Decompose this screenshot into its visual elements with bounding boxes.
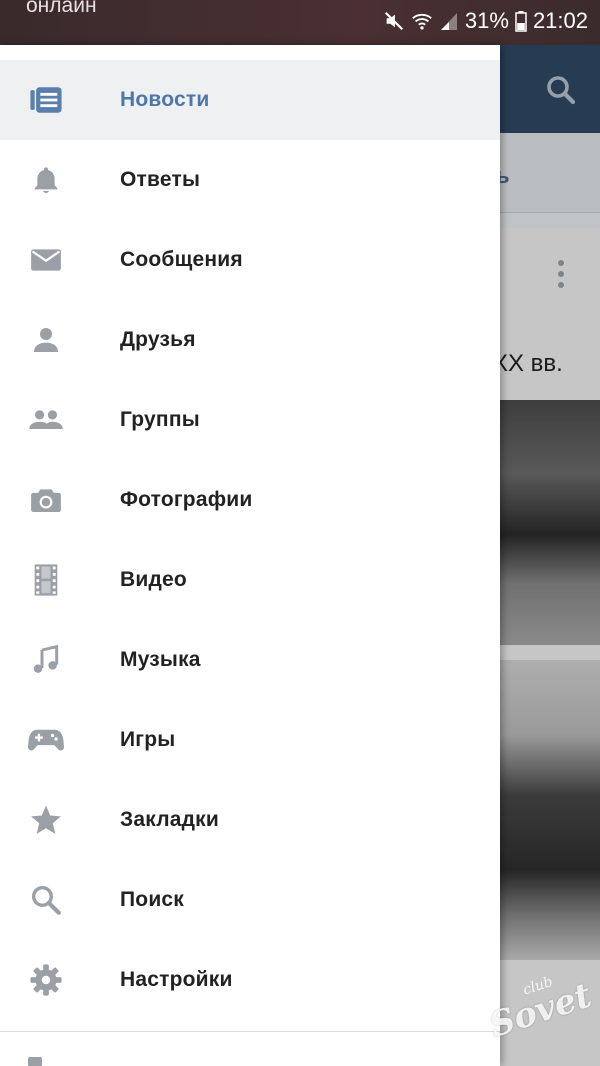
status-icons: 31% 21:02: [383, 6, 588, 36]
menu-item-label: Закладки: [120, 808, 219, 831]
music-note-icon: [28, 642, 64, 678]
menu-item-label: Игры: [120, 728, 176, 751]
menu-item-settings[interactable]: Настройки: [0, 940, 500, 1020]
partial-menu-icon[interactable]: [28, 1057, 42, 1066]
gamepad-icon: [28, 722, 64, 758]
menu-item-label: Музыка: [120, 648, 201, 671]
drawer-divider: [0, 1031, 500, 1032]
news-icon: [28, 82, 64, 118]
film-icon: [28, 562, 64, 598]
menu-item-label: Видео: [120, 568, 187, 591]
person-icon: [28, 322, 64, 358]
menu-item-groups[interactable]: Группы: [0, 380, 500, 460]
camera-icon: [28, 482, 64, 518]
menu-item-video[interactable]: Видео: [0, 540, 500, 620]
menu-item-label: Сообщения: [120, 248, 243, 271]
search-icon: [28, 882, 64, 918]
menu-item-label: Настройки: [120, 968, 233, 991]
status-online-text: онлайн: [26, 0, 97, 17]
drawer-top-spacer: [0, 45, 500, 60]
menu-item-news[interactable]: Новости: [0, 60, 500, 140]
signal-icon: [439, 10, 459, 32]
battery-icon: [515, 10, 527, 32]
menu-item-music[interactable]: Музыка: [0, 620, 500, 700]
mute-icon: [383, 10, 405, 32]
menu-item-label: Фотографии: [120, 488, 253, 511]
bell-icon: [28, 162, 64, 198]
star-icon: [28, 802, 64, 838]
battery-percent: 31%: [464, 8, 509, 33]
clock: 21:02: [532, 8, 588, 33]
menu-item-search[interactable]: Поиск: [0, 860, 500, 940]
menu-item-label: Новости: [120, 88, 210, 111]
menu-item-friends[interactable]: Друзья: [0, 300, 500, 380]
menu-item-photos[interactable]: Фотографии: [0, 460, 500, 540]
gear-icon: [28, 962, 64, 998]
menu-item-games[interactable]: Игры: [0, 700, 500, 780]
envelope-icon: [28, 242, 64, 278]
group-icon: [28, 402, 64, 438]
wifi-icon: [411, 10, 433, 32]
menu-item-messages[interactable]: Сообщения: [0, 220, 500, 300]
status-bar: онлайн 31% 21:02: [0, 0, 600, 45]
menu-item-label: Группы: [120, 408, 200, 431]
navigation-drawer: Новости Ответы Сообщения Друзья Группы Ф…: [0, 45, 500, 1066]
menu-item-label: Поиск: [120, 888, 185, 911]
menu-item-label: Друзья: [120, 328, 196, 351]
menu-item-label: Ответы: [120, 168, 201, 191]
menu-item-bookmarks[interactable]: Закладки: [0, 780, 500, 860]
menu-item-answers[interactable]: Ответы: [0, 140, 500, 220]
